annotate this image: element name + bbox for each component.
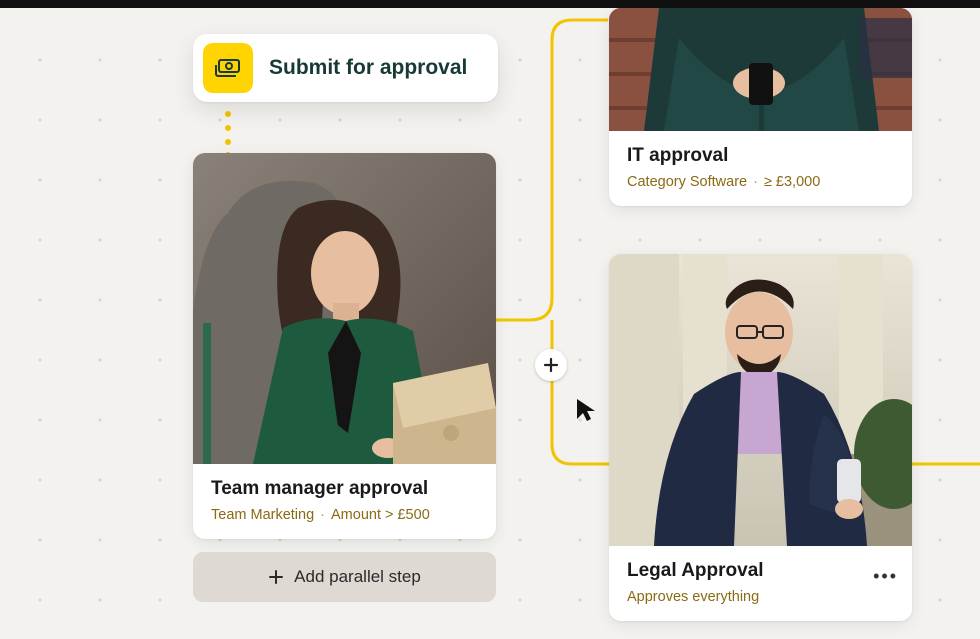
approver-photo: [609, 8, 912, 131]
card-meta: Approves everything: [627, 589, 764, 605]
approval-card-it[interactable]: IT approval Category Software≥ £3,000: [609, 8, 912, 206]
add-parallel-label: Add parallel step: [294, 567, 421, 587]
approval-card-team-manager[interactable]: Team manager approval Team MarketingAmou…: [193, 153, 496, 539]
add-parallel-step-button[interactable]: Add parallel step: [193, 552, 496, 602]
card-title: Legal Approval: [627, 560, 764, 583]
card-meta: Team MarketingAmount > £500: [211, 507, 478, 523]
money-stack-icon: [203, 43, 253, 93]
plus-icon: [268, 569, 284, 585]
card-title: IT approval: [627, 145, 894, 168]
cursor-icon: [575, 397, 597, 423]
card-title: Team manager approval: [211, 478, 478, 501]
card-meta: Category Software≥ £3,000: [627, 174, 894, 190]
submit-label: Submit for approval: [269, 56, 467, 80]
workflow-canvas[interactable]: Submit for approval: [0, 0, 980, 639]
approver-photo: [193, 153, 496, 464]
approver-photo: [609, 254, 912, 546]
approval-card-legal[interactable]: Legal Approval Approves everything •••: [609, 254, 912, 621]
plus-icon: [543, 357, 559, 373]
card-more-icon[interactable]: •••: [873, 566, 898, 587]
add-branch-node[interactable]: [535, 349, 567, 381]
submit-for-approval-button[interactable]: Submit for approval: [193, 34, 498, 102]
